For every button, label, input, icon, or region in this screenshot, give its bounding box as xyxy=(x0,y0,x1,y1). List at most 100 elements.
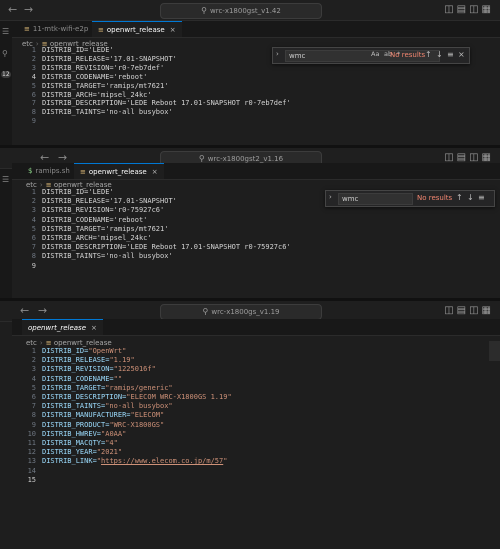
code-line[interactable]: DISTRIB_DESCRIPTION='LEDE Reboot 17.01-S… xyxy=(42,99,291,108)
code-line[interactable]: DISTRIB_CODENAME='reboot' xyxy=(42,73,147,82)
line-number: 9 xyxy=(31,117,36,126)
code-line[interactable]: DISTRIB_DESCRIPTION="ELECOM WRC-X1800GS … xyxy=(42,393,232,402)
forward-arrow-icon[interactable]: → xyxy=(24,3,33,16)
code-line[interactable]: DISTRIB_CODENAME="" xyxy=(42,375,122,384)
code-line[interactable]: DISTRIB_ID='LEDE' xyxy=(42,188,114,197)
line-number: 9 xyxy=(31,420,36,429)
code-line[interactable]: DISTRIB_RELEASE='17.01-SNAPSHOT' xyxy=(42,197,177,206)
tab-openwrt-release[interactable]: ≡ openwrt_release × xyxy=(92,21,182,37)
close-icon[interactable]: × xyxy=(91,324,97,332)
line-number: 3 xyxy=(31,365,36,374)
line-number: 12 xyxy=(27,448,36,457)
chevron-right-icon[interactable]: › xyxy=(276,50,279,58)
code-line[interactable]: DISTRIB_PRODUCT="WRC-X1800GS" xyxy=(42,421,164,430)
code-line[interactable]: DISTRIB_TARGET='ramips/mt7621' xyxy=(42,225,168,234)
chevron-right-icon[interactable]: › xyxy=(329,193,332,201)
code-line[interactable]: DISTRIB_LINK="https://www.elecom.co.jp/m… xyxy=(42,457,227,466)
match-case-toggle[interactable]: Aa xyxy=(371,50,379,58)
back-arrow-icon[interactable]: ← xyxy=(8,3,17,16)
find-widget: › wmc Aa ab * No results ↑ ↓ ≡ × xyxy=(272,47,470,64)
layout-toggle-icons[interactable]: ◫▤◫▦ xyxy=(444,4,494,15)
tab-mtk-wifi[interactable]: ≡ 11-mtk-wifi-e2p xyxy=(18,21,94,37)
code-line[interactable]: DISTRIB_RELEASE="1.19" xyxy=(42,356,135,365)
close-icon[interactable]: × xyxy=(170,26,176,34)
code-editor[interactable]: 1 DISTRIB_ID="OpenWrt" 2 DISTRIB_RELEASE="1… xyxy=(12,347,492,547)
code-line[interactable]: DISTRIB_ARCH='mipsel_24kc' xyxy=(42,234,152,243)
arrow-up-icon[interactable]: ↑ xyxy=(425,50,432,59)
arrow-up-icon[interactable]: ↑ xyxy=(456,193,463,202)
search-icon: ⚲ xyxy=(202,307,209,316)
close-icon[interactable]: × xyxy=(152,168,158,176)
tab-ramips[interactable]: $ ramips.sh xyxy=(22,163,76,179)
line-number: 5 xyxy=(31,81,36,90)
code-line[interactable]: DISTRIB_TARGET="ramips/generic" xyxy=(42,384,173,393)
line-number: 5 xyxy=(31,224,36,233)
line-number: 1 xyxy=(31,188,36,196)
command-center-search[interactable]: ⚲ wrc-x1800gs_v1.19 xyxy=(160,304,322,320)
code-line[interactable]: DISTRIB_REVISION="1225016f" xyxy=(42,365,156,374)
find-selection-icon[interactable]: ≡ xyxy=(447,50,454,59)
tab-bar: openwrt_release × xyxy=(12,319,500,336)
code-line[interactable]: DISTRIB_ID="OpenWrt" xyxy=(42,347,126,356)
minimap[interactable] xyxy=(489,341,500,361)
arrow-down-icon[interactable]: ↓ xyxy=(436,50,443,59)
activity-bar: ☰ ⚲ 12 xyxy=(0,21,12,145)
code-line[interactable]: DISTRIB_TARGET='ramips/mt7621' xyxy=(42,82,168,91)
line-number: 6 xyxy=(31,393,36,401)
explorer-icon[interactable]: ☰ xyxy=(2,27,9,36)
tab-openwrt-release[interactable]: ≡ openwrt_release × xyxy=(74,163,164,179)
back-arrow-icon[interactable]: ← xyxy=(20,304,29,317)
line-number: 1 xyxy=(31,46,36,54)
line-number: 2 xyxy=(31,197,36,206)
tab-label: openwrt_release xyxy=(106,26,165,34)
editor-window-1: ← → ⚲ wrc-x1800gst_v1.42 ◫▤◫▦ ☰ ⚲ 12 ≡ 11-… xyxy=(0,0,500,145)
find-input[interactable]: wmc xyxy=(338,193,413,205)
breadcrumb-folder[interactable]: etc xyxy=(26,339,37,347)
window-title: wrc-x1800gst2_v1.16 xyxy=(207,155,284,163)
forward-arrow-icon[interactable]: → xyxy=(38,304,47,317)
code-line[interactable]: DISTRIB_ARCH='mipsel_24kc' xyxy=(42,91,152,100)
code-line[interactable]: DISTRIB_TAINTS="no-all busybox" xyxy=(42,402,173,411)
arrow-down-icon[interactable]: ↓ xyxy=(467,193,474,202)
code-line[interactable]: DISTRIB_HWREV="A0AA" xyxy=(42,430,126,439)
line-number: 15 xyxy=(27,475,36,484)
code-line[interactable]: DISTRIB_RELEASE='17.01-SNAPSHOT' xyxy=(42,55,177,64)
code-line[interactable]: DISTRIB_CODENAME='reboot' xyxy=(42,216,147,225)
code-line[interactable]: DISTRIB_DESCRIPTION='LEDE Reboot 17.01-S… xyxy=(42,243,291,252)
line-number: 13 xyxy=(27,457,36,466)
code-line[interactable]: DISTRIB_MANUFACTURER="ELECOM" xyxy=(42,411,164,420)
layout-toggle-icons[interactable]: ◫▤◫▦ xyxy=(444,152,494,163)
tab-label: openwrt_release xyxy=(28,324,86,332)
code-line[interactable]: DISTRIB_TAINTS='no-all busybox' xyxy=(42,108,173,117)
find-selection-icon[interactable]: ≡ xyxy=(478,193,485,202)
search-icon: ⚲ xyxy=(201,6,207,15)
explorer-icon[interactable]: ☰ xyxy=(2,175,9,184)
line-number: 8 xyxy=(31,252,36,261)
file-icon: ≡ xyxy=(24,25,30,33)
find-status: No results xyxy=(417,194,453,202)
line-number: 14 xyxy=(27,466,36,475)
search-sidebar-icon[interactable]: ⚲ xyxy=(2,49,8,58)
layout-toggle-icons[interactable]: ◫▤◫▦ xyxy=(444,305,494,316)
line-number: 4 xyxy=(31,374,36,383)
code-line[interactable]: DISTRIB_ID='LEDE' xyxy=(42,46,114,55)
title-bar: ← → ⚲ wrc-x1800gst_v1.42 ◫▤◫▦ xyxy=(0,0,500,21)
close-icon[interactable]: × xyxy=(458,50,465,59)
code-line[interactable]: DISTRIB_REVISION='r0-75927c6' xyxy=(42,206,164,215)
code-line[interactable]: DISTRIB_TAINTS='no-all busybox' xyxy=(42,252,173,261)
tab-label: 11-mtk-wifi-e2p xyxy=(32,25,89,33)
command-center-search[interactable]: ⚲ wrc-x1800gst_v1.42 xyxy=(160,3,322,19)
breadcrumb-file[interactable]: openwrt_release xyxy=(54,339,112,347)
file-icon: ≡ xyxy=(80,168,86,176)
code-line[interactable]: DISTRIB_MACQTY="4" xyxy=(42,439,118,448)
line-number: 7 xyxy=(31,243,36,252)
tab-openwrt-release[interactable]: openwrt_release × xyxy=(22,319,103,335)
line-number: 4 xyxy=(31,215,36,224)
code-line[interactable]: DISTRIB_YEAR="2021" xyxy=(42,448,122,457)
line-number: 8 xyxy=(31,411,36,420)
code-line[interactable]: DISTRIB_REVISION='r0-7eb7def' xyxy=(42,64,164,73)
line-number: 3 xyxy=(31,206,36,215)
line-number: 8 xyxy=(31,108,36,117)
file-icon: ≡ xyxy=(45,339,52,347)
editor-window-3: ← → ⚲ wrc-x1800gs_v1.19 ◫▤◫▦ openwrt_rele… xyxy=(0,301,500,549)
